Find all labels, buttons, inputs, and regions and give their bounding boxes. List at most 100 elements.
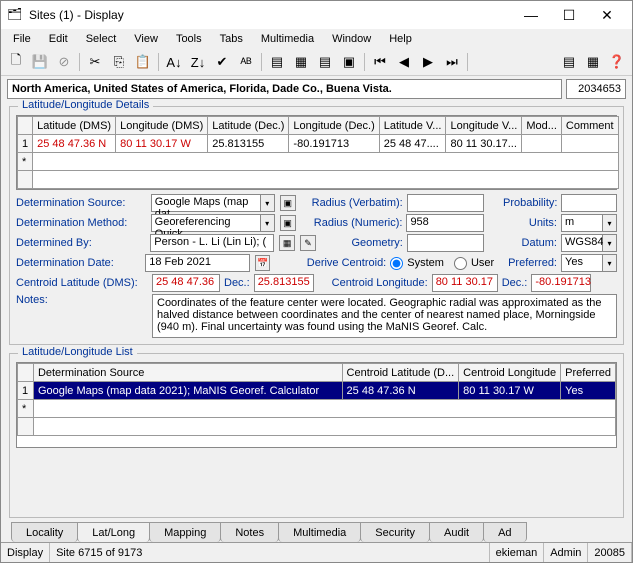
new-icon[interactable]: 🗋 [5, 51, 27, 73]
list-new-row[interactable]: * [18, 400, 616, 418]
report2-icon[interactable]: ▦ [582, 51, 604, 73]
lcell-pref[interactable]: Yes [561, 382, 616, 400]
det-by-input[interactable]: Person - L. Li (Lin Li); ( [150, 234, 274, 252]
menu-view[interactable]: View [126, 31, 166, 47]
col-lat-dms[interactable]: Latitude (DMS) [33, 117, 116, 135]
notes-textarea[interactable]: Coordinates of the feature center were l… [152, 294, 617, 338]
cell-lon-v[interactable]: 80 11 30.17... [446, 135, 522, 153]
col-lon-v[interactable]: Longitude V... [446, 117, 522, 135]
derive-user-radio[interactable] [454, 257, 467, 270]
menu-window[interactable]: Window [324, 31, 379, 47]
calendar-icon[interactable]: 📅 [255, 255, 270, 271]
det-method-input[interactable]: Georeferencing Quick [151, 214, 261, 232]
dropdown-icon[interactable]: ▾ [261, 214, 275, 232]
lcell-lon[interactable]: 80 11 30.17 W [459, 382, 561, 400]
cell-lon-dms[interactable]: 80 11 30.17 W [116, 135, 208, 153]
sort-asc-icon[interactable]: A↓ [163, 51, 185, 73]
tab-audit[interactable]: Audit [429, 522, 484, 542]
last-icon[interactable]: ⏭ [441, 51, 463, 73]
minimize-button[interactable]: — [512, 2, 550, 28]
table-row[interactable]: 1 25 48 47.36 N 80 11 30.17 W 25.813155 … [18, 135, 619, 153]
lcol-pref[interactable]: Preferred [561, 364, 616, 382]
lcell-source[interactable]: Google Maps (map data 2021); MaNIS Geore… [33, 382, 342, 400]
doc1-icon[interactable]: ▤ [266, 51, 288, 73]
menu-edit[interactable]: Edit [41, 31, 76, 47]
copy-icon[interactable]: ⎘ [108, 51, 130, 73]
det-by-btn1[interactable]: ▦ [279, 235, 295, 251]
col-lon-dms[interactable]: Longitude (DMS) [116, 117, 208, 135]
doc2-icon[interactable]: ▦ [290, 51, 312, 73]
menu-help[interactable]: Help [381, 31, 420, 47]
tab-latlong[interactable]: Lat/Long [77, 522, 150, 542]
dropdown-icon[interactable]: ▾ [603, 234, 617, 252]
cancel-icon[interactable]: ⊘ [53, 51, 75, 73]
help-icon[interactable]: ❓ [606, 51, 628, 73]
tab-locality[interactable]: Locality [11, 522, 78, 542]
centroid-lat-input[interactable]: 25 48 47.36 [152, 274, 220, 292]
menu-tools[interactable]: Tools [168, 31, 210, 47]
tab-multimedia[interactable]: Multimedia [278, 522, 361, 542]
menu-tabs[interactable]: Tabs [212, 31, 251, 47]
col-mod[interactable]: Mod... [522, 117, 562, 135]
col-blank[interactable] [18, 117, 33, 135]
maximize-button[interactable]: ☐ [550, 2, 588, 28]
cut-icon[interactable]: ✂ [84, 51, 106, 73]
menu-select[interactable]: Select [78, 31, 125, 47]
cell-comment[interactable] [561, 135, 618, 153]
cell-lat-dms[interactable]: 25 48 47.36 N [33, 135, 116, 153]
first-icon[interactable]: ⏮ [369, 51, 391, 73]
prev-icon[interactable]: ◀ [393, 51, 415, 73]
cell-mod[interactable] [522, 135, 562, 153]
det-source-input[interactable]: Google Maps (map dat [151, 194, 261, 212]
col-lat-dec[interactable]: Latitude (Dec.) [208, 117, 289, 135]
det-by-btn2[interactable]: ✎ [300, 235, 316, 251]
lcol-lat[interactable]: Centroid Latitude (D... [342, 364, 459, 382]
det-source-btn[interactable]: ▣ [280, 195, 296, 211]
datum-input[interactable]: WGS84 [561, 234, 603, 252]
col-lat-v[interactable]: Latitude V... [379, 117, 446, 135]
tab-mapping[interactable]: Mapping [149, 522, 221, 542]
lcol-lon[interactable]: Centroid Longitude [459, 364, 561, 382]
new-row[interactable]: * [18, 153, 619, 171]
lcell-lat[interactable]: 25 48 47.36 N [342, 382, 459, 400]
list-grid[interactable]: Determination Source Centroid Latitude (… [17, 363, 616, 436]
save-icon[interactable]: 💾 [29, 51, 51, 73]
centroid-lon-input[interactable]: 80 11 30.17 [432, 274, 498, 292]
col-comment[interactable]: Comment [561, 117, 618, 135]
doc4-icon[interactable]: ▣ [338, 51, 360, 73]
spell-icon[interactable]: ᴬᴮ [235, 51, 257, 73]
units-input[interactable]: m [561, 214, 603, 232]
dropdown-icon[interactable]: ▾ [603, 254, 617, 272]
tab-more[interactable]: Ad [483, 522, 526, 542]
radius-numeric-input[interactable]: 958 [406, 214, 483, 232]
menu-file[interactable]: File [5, 31, 39, 47]
cell-lon-dec[interactable]: -80.191713 [289, 135, 379, 153]
cell-lat-v[interactable]: 25 48 47.... [379, 135, 446, 153]
centroid-lat-dec-input[interactable]: 25.813155 [254, 274, 314, 292]
lcol-source[interactable]: Determination Source [33, 364, 342, 382]
det-date-input[interactable]: 18 Feb 2021 [145, 254, 250, 272]
list-row-selected[interactable]: 1 Google Maps (map data 2021); MaNIS Geo… [18, 382, 616, 400]
radius-verbatim-input[interactable] [407, 194, 484, 212]
doc3-icon[interactable]: ▤ [314, 51, 336, 73]
dropdown-icon[interactable]: ▾ [603, 214, 617, 232]
col-lon-dec[interactable]: Longitude (Dec.) [289, 117, 379, 135]
menu-multimedia[interactable]: Multimedia [253, 31, 322, 47]
paste-icon[interactable]: 📋 [132, 51, 154, 73]
next-icon[interactable]: ▶ [417, 51, 439, 73]
dropdown-icon[interactable]: ▾ [261, 194, 275, 212]
preferred-input[interactable]: Yes [561, 254, 603, 272]
geometry-input[interactable] [407, 234, 484, 252]
tab-notes[interactable]: Notes [220, 522, 279, 542]
close-button[interactable]: ✕ [588, 2, 626, 28]
derive-system-radio[interactable] [390, 257, 403, 270]
cell-lat-dec[interactable]: 25.813155 [208, 135, 289, 153]
site-id-field[interactable]: 2034653 [566, 79, 626, 99]
report1-icon[interactable]: ▤ [558, 51, 580, 73]
probability-input[interactable] [561, 194, 617, 212]
location-field[interactable]: North America, United States of America,… [7, 79, 562, 99]
check-icon[interactable]: ✔ [211, 51, 233, 73]
lcol-blank[interactable] [18, 364, 34, 382]
tab-security[interactable]: Security [360, 522, 430, 542]
det-method-btn[interactable]: ▣ [280, 215, 296, 231]
